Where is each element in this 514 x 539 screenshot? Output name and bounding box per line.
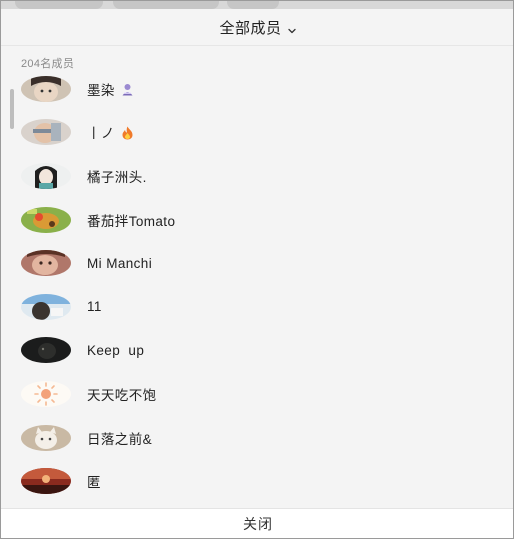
member-row[interactable]: 墨染 — [1, 67, 513, 111]
member-list: 墨染 丨ノ 橘子洲头. 番茄拌Tomato Mi Manchi 11 Keep … — [1, 67, 513, 503]
avatar — [21, 337, 71, 364]
member-name: 番茄拌Tomato — [87, 213, 176, 229]
avatar — [21, 162, 71, 189]
member-row[interactable]: 11 — [1, 285, 513, 329]
member-row[interactable]: Keep up — [1, 329, 513, 373]
member-row[interactable]: Mi Manchi — [1, 241, 513, 285]
member-name: 丨ノ — [87, 125, 115, 141]
close-button-label: 关闭 — [243, 515, 273, 532]
member-row[interactable]: 匿 — [1, 459, 513, 503]
chevron-down-icon — [287, 23, 297, 34]
background-tab — [227, 1, 279, 9]
avatar — [21, 206, 71, 233]
member-list-sheet: 全部成员 204名成员 墨染 丨ノ 橘子洲头. 番茄拌Tomato Mi Man… — [0, 0, 514, 539]
fire-icon — [121, 126, 134, 143]
member-filter-dropdown[interactable]: 全部成员 — [1, 9, 513, 46]
person-icon — [121, 83, 134, 99]
avatar — [21, 75, 71, 102]
member-name: 天天吃不饱 — [87, 387, 157, 403]
member-name: Mi Manchi — [87, 255, 153, 271]
avatar — [21, 119, 71, 146]
member-name: 日落之前& — [87, 431, 153, 447]
avatar — [21, 250, 71, 277]
member-row[interactable]: 日落之前& — [1, 416, 513, 460]
avatar — [21, 468, 71, 495]
member-row[interactable]: 丨ノ — [1, 111, 513, 155]
page-title: 全部成员 — [219, 19, 282, 37]
member-name: 橘子洲头. — [87, 169, 147, 185]
member-name: 11 — [87, 299, 102, 315]
avatar — [21, 424, 71, 451]
member-name: 墨染 — [87, 82, 115, 98]
background-tab — [113, 1, 219, 9]
avatar — [21, 380, 71, 407]
member-row[interactable]: 橘子洲头. — [1, 154, 513, 198]
close-button[interactable]: 关闭 — [1, 508, 513, 538]
member-row[interactable]: 番茄拌Tomato — [1, 198, 513, 242]
member-name: Keep up — [87, 342, 145, 358]
avatar — [21, 293, 71, 320]
member-row[interactable]: 天天吃不饱 — [1, 372, 513, 416]
background-tab-strip — [1, 1, 513, 9]
member-name: 匿 — [87, 475, 101, 491]
background-tab — [15, 1, 103, 9]
